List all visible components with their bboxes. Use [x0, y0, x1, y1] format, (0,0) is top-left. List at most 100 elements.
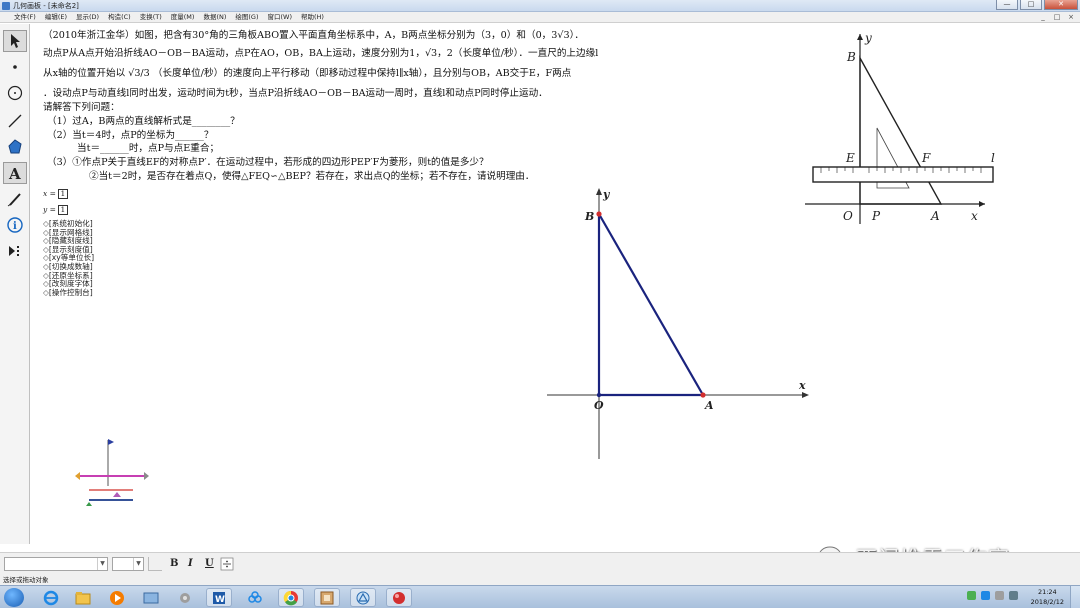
word-icon: W [213, 591, 225, 605]
taskbar-explorer[interactable] [70, 588, 96, 607]
menu-transform[interactable]: 变换(T) [140, 12, 162, 22]
main-label-A: A [704, 399, 714, 412]
taskbar-app-blue[interactable] [138, 588, 164, 607]
symbol-palette-button[interactable] [220, 557, 234, 571]
question-3b: ②当t＝2时，是否存在着点Q，使得△FEQ∽△BEP？若存在，求出点Q的坐标；若… [89, 171, 535, 182]
taskbar-clock[interactable]: 21:24 2018/2/12 [1031, 587, 1064, 607]
text-format-bar: ▼ ▼ B I U [0, 552, 1080, 575]
bold-button[interactable]: B [170, 557, 178, 571]
doc-restore-button[interactable]: □ [1052, 13, 1062, 21]
main-x-arrow [802, 392, 809, 398]
start-button[interactable] [4, 588, 24, 607]
menu-graph[interactable]: 绘图(G) [235, 12, 258, 22]
main-figure[interactable]: B y O A x [531, 184, 831, 464]
problem-line-5: 请解答下列问题： [43, 102, 120, 113]
point-A[interactable] [700, 392, 706, 398]
doc-close-button[interactable]: × [1066, 13, 1076, 21]
taskbar-ie[interactable] [38, 588, 64, 607]
underline-button[interactable]: U [205, 557, 214, 571]
gadget-marker-purple[interactable] [113, 492, 121, 497]
gadget-right-handle[interactable] [144, 472, 149, 480]
question-1: （1）过A，B两点的直线解析式是________？ [47, 116, 240, 127]
menu-edit[interactable]: 编辑(E) [45, 12, 67, 22]
ref-label-A: A [930, 209, 940, 223]
pen-icon [7, 193, 21, 207]
tray-green-icon[interactable] [967, 591, 976, 600]
param-x-label: x = [43, 189, 56, 198]
network-icon[interactable] [995, 591, 1004, 600]
taskbar-app-red[interactable] [386, 588, 412, 607]
information-tool[interactable]: i [3, 214, 27, 236]
ref-label-B: B [846, 50, 856, 64]
toolbox: A i [0, 24, 30, 544]
taskbar-media-player[interactable] [104, 588, 130, 607]
ref-label-O: O [843, 209, 853, 223]
polygon-tool[interactable] [3, 136, 27, 158]
font-family-select[interactable]: ▼ [4, 557, 108, 571]
separator-box [148, 557, 162, 571]
ref-x-arrow [979, 201, 985, 207]
taskbar-sketchpad[interactable] [350, 588, 376, 607]
show-desktop-button[interactable] [1070, 586, 1080, 608]
doc-minimize-button[interactable]: _ [1038, 13, 1048, 21]
taskbar-word[interactable]: W [206, 588, 232, 607]
text-tool[interactable]: A [3, 162, 27, 184]
ref-label-P: P [871, 209, 881, 223]
sketchpad-app-icon [2, 2, 10, 10]
gadget-left-handle[interactable] [75, 472, 80, 480]
menu-data[interactable]: 数据(N) [203, 12, 226, 22]
gear-icon [180, 592, 190, 603]
btn-console[interactable]: ◇[操作控制台] [43, 288, 94, 298]
clock-time: 21:24 [1037, 588, 1057, 596]
point-tool[interactable] [3, 56, 27, 78]
media-player-icon [110, 590, 124, 605]
menu-measure[interactable]: 度量(M) [171, 12, 195, 22]
param-x-value[interactable]: 1 [57, 189, 68, 199]
slider-gadget[interactable] [71, 434, 151, 514]
param-y-value[interactable]: 1 [57, 205, 68, 215]
taskbar-baidu-netdisk[interactable] [242, 588, 268, 607]
compass-tool[interactable] [3, 82, 27, 104]
sketch-canvas[interactable]: （2010年浙江金华）如图，把含有30°角的三角板ABO置入平面直角坐标系中，A… [31, 24, 1080, 544]
segment-icon [8, 114, 22, 128]
main-label-O: O [594, 399, 604, 412]
font-size-select[interactable]: ▼ [112, 557, 144, 571]
minimize-button[interactable]: — [996, 0, 1018, 10]
window-controls: — □ ✕ [996, 0, 1078, 11]
internet-explorer-icon [43, 590, 59, 605]
main-y-arrow [596, 188, 602, 195]
problem-line-2: 动点P从A点开始沿折线AO－OB－BA运动，点P在AO，OB，BA上运动，速度分… [43, 48, 599, 59]
marker-tool[interactable] [3, 188, 27, 210]
svg-text:A: A [8, 165, 21, 181]
question-2: （2）当t＝4时，点P的坐标为______？ [47, 130, 214, 141]
menu-help[interactable]: 帮助(H) [301, 12, 324, 22]
document-window-controls: _ □ × [1038, 13, 1076, 21]
point-B[interactable] [596, 211, 602, 217]
gadget-marker-green[interactable] [86, 502, 92, 506]
text-a-icon: A [8, 165, 21, 181]
taskbar-chrome[interactable] [278, 588, 304, 607]
taskbar-app-gear[interactable] [172, 588, 198, 607]
straightedge-tool[interactable] [3, 110, 27, 132]
menu-window[interactable]: 窗口(W) [267, 12, 292, 22]
point-O[interactable] [596, 392, 602, 398]
volume-icon[interactable] [1009, 591, 1018, 600]
italic-button[interactable]: I [188, 557, 193, 571]
maximize-button[interactable]: □ [1020, 0, 1042, 10]
arrow-select-tool[interactable] [3, 30, 27, 52]
tray-blue-icon[interactable] [981, 591, 990, 600]
menu-file[interactable]: 文件(F) [14, 12, 36, 22]
close-button[interactable]: ✕ [1044, 0, 1078, 10]
main-label-x: x [798, 379, 806, 392]
chrome-icon [283, 590, 298, 605]
control-button-list: ◇[系统初始化] ◇[显示网格线] ◇[隐藏刻度线] ◇[显示刻度值] ◇[xy… [43, 219, 94, 298]
segment-AB[interactable] [598, 213, 704, 396]
info-icon: i [7, 217, 23, 233]
taskbar-app-frame[interactable] [314, 588, 340, 607]
menu-construct[interactable]: 构造(C) [108, 12, 131, 22]
gadget-flag-icon [108, 439, 114, 445]
custom-tool[interactable] [3, 240, 27, 262]
menu-display[interactable]: 显示(D) [76, 12, 99, 22]
problem-line-3: 从x轴的位置开始以 √3/3 （长度单位/秒）的速度向上平行移动（即移动过程中保… [43, 68, 572, 79]
polygon-icon [8, 139, 22, 154]
